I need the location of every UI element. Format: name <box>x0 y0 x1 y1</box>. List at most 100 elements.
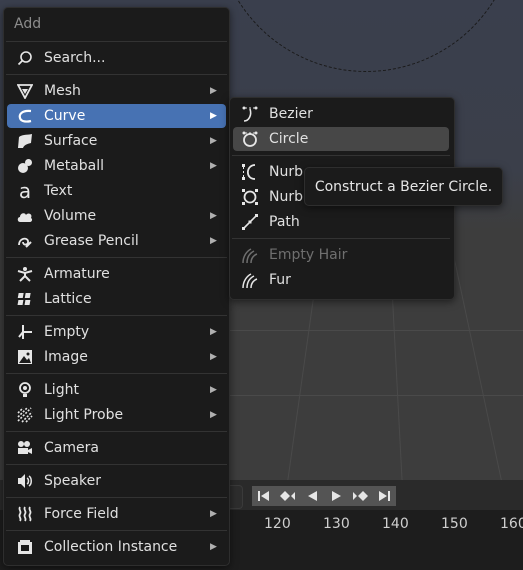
separator <box>232 155 450 156</box>
menu-item-curve[interactable]: Curve ▶ <box>7 104 226 128</box>
image-icon <box>16 348 34 366</box>
play-button[interactable] <box>324 486 348 506</box>
menu-item-metaball[interactable]: Metaball ▶ <box>7 154 226 178</box>
submenu-arrow-icon: ▶ <box>210 136 217 146</box>
frame-number: 140 <box>382 516 409 532</box>
menu-item-armature[interactable]: Armature <box>7 262 226 286</box>
submenu-arrow-icon: ▶ <box>210 352 217 362</box>
menu-item-lattice[interactable]: Lattice <box>7 287 226 311</box>
submenu-item-circle[interactable]: Circle <box>233 127 449 151</box>
lattice-icon <box>16 290 34 308</box>
play-reverse-icon <box>308 491 317 501</box>
separator <box>6 315 227 316</box>
menu-item-image[interactable]: Image ▶ <box>7 345 226 369</box>
text-icon: a <box>18 179 32 203</box>
menu-item-label: Image <box>44 349 88 365</box>
tooltip: Construct a Bezier Circle. <box>304 167 503 206</box>
separator <box>6 41 227 42</box>
menu-item-label: Mesh <box>44 83 81 99</box>
speaker-icon <box>16 472 34 490</box>
circle-icon <box>241 130 259 148</box>
menu-item-label: Collection Instance <box>44 539 178 555</box>
light-icon <box>16 381 34 399</box>
separator <box>6 530 227 531</box>
menu-item-label: Light <box>44 382 79 398</box>
separator <box>6 464 227 465</box>
jump-end-button[interactable] <box>372 486 396 506</box>
nurbs-curve-icon <box>241 163 259 181</box>
prev-keyframe-button[interactable] <box>276 486 300 506</box>
jump-start-button[interactable] <box>252 486 276 506</box>
submenu-item-label: Empty Hair <box>269 247 348 263</box>
menu-item-surface[interactable]: Surface ▶ <box>7 129 226 153</box>
submenu-item-label: Nurb <box>269 189 303 205</box>
surface-icon <box>16 132 34 150</box>
menu-item-volume[interactable]: Volume ▶ <box>7 204 226 228</box>
submenu-item-path[interactable]: Path <box>233 210 449 234</box>
separator <box>6 74 227 75</box>
submenu-arrow-icon: ▶ <box>210 86 217 96</box>
add-menu: Add Search... Mesh ▶ Curve ▶ Surface ▶ M… <box>3 7 230 566</box>
grid-line <box>230 330 523 331</box>
menu-item-speaker[interactable]: Speaker <box>7 469 226 493</box>
submenu-item-fur[interactable]: Fur <box>233 268 449 292</box>
menu-item-grease-pencil[interactable]: Grease Pencil ▶ <box>7 229 226 253</box>
submenu-item-bezier[interactable]: Bezier <box>233 102 449 126</box>
path-icon <box>241 213 259 231</box>
submenu-arrow-icon: ▶ <box>210 161 217 171</box>
menu-item-label: Armature <box>44 266 110 282</box>
menu-item-label: Lattice <box>44 291 92 307</box>
collection-icon <box>16 538 34 556</box>
submenu-item-label: Nurb <box>269 164 303 180</box>
submenu-arrow-icon: ▶ <box>210 236 217 246</box>
volume-icon <box>16 207 34 225</box>
search-label: Search... <box>44 50 106 66</box>
fur-icon <box>241 271 259 289</box>
menu-item-label: Camera <box>44 440 99 456</box>
menu-item-light[interactable]: Light ▶ <box>7 378 226 402</box>
frame-number: 130 <box>323 516 350 532</box>
menu-item-label: Force Field <box>44 506 119 522</box>
empty-icon <box>16 323 34 341</box>
menu-item-mesh[interactable]: Mesh ▶ <box>7 79 226 103</box>
separator <box>232 238 450 239</box>
submenu-item-empty-hair: Empty Hair <box>233 243 449 267</box>
light-probe-icon <box>16 406 34 424</box>
menu-item-label: Speaker <box>44 473 101 489</box>
menu-item-camera[interactable]: Camera <box>7 436 226 460</box>
menu-item-light-probe[interactable]: Light Probe ▶ <box>7 403 226 427</box>
curve-icon <box>16 107 34 125</box>
next-keyframe-button[interactable] <box>348 486 372 506</box>
menu-item-label: Metaball <box>44 158 105 174</box>
submenu-arrow-icon: ▶ <box>210 410 217 420</box>
submenu-arrow-icon: ▶ <box>210 211 217 221</box>
separator <box>6 431 227 432</box>
grid-line <box>230 395 523 396</box>
submenu-item-label: Circle <box>269 131 309 147</box>
camera-icon <box>16 439 34 457</box>
menu-item-collection-instance[interactable]: Collection Instance ▶ <box>7 535 226 559</box>
menu-item-text[interactable]: a Text <box>7 179 226 203</box>
tooltip-text: Construct a Bezier Circle. <box>314 178 493 195</box>
search-button[interactable]: Search... <box>7 46 226 70</box>
armature-icon <box>16 265 34 283</box>
submenu-arrow-icon: ▶ <box>210 111 217 121</box>
menu-item-label: Empty <box>44 324 90 340</box>
metaball-icon <box>16 157 34 175</box>
menu-item-label: Curve <box>44 108 86 124</box>
menu-item-label: Surface <box>44 133 98 149</box>
submenu-arrow-icon: ▶ <box>210 509 217 519</box>
search-icon <box>16 49 34 67</box>
menu-item-empty[interactable]: Empty ▶ <box>7 320 226 344</box>
menu-item-label: Light Probe <box>44 407 124 423</box>
separator <box>6 257 227 258</box>
frame-number: 160 <box>500 516 523 532</box>
play-reverse-button[interactable] <box>300 486 324 506</box>
menu-title: Add <box>14 16 42 32</box>
jump-end-icon <box>379 491 390 501</box>
play-icon <box>332 491 341 501</box>
menu-item-force-field[interactable]: Force Field ▶ <box>7 502 226 526</box>
bezier-icon <box>241 105 259 123</box>
menu-item-label: Volume <box>44 208 97 224</box>
separator <box>6 497 227 498</box>
